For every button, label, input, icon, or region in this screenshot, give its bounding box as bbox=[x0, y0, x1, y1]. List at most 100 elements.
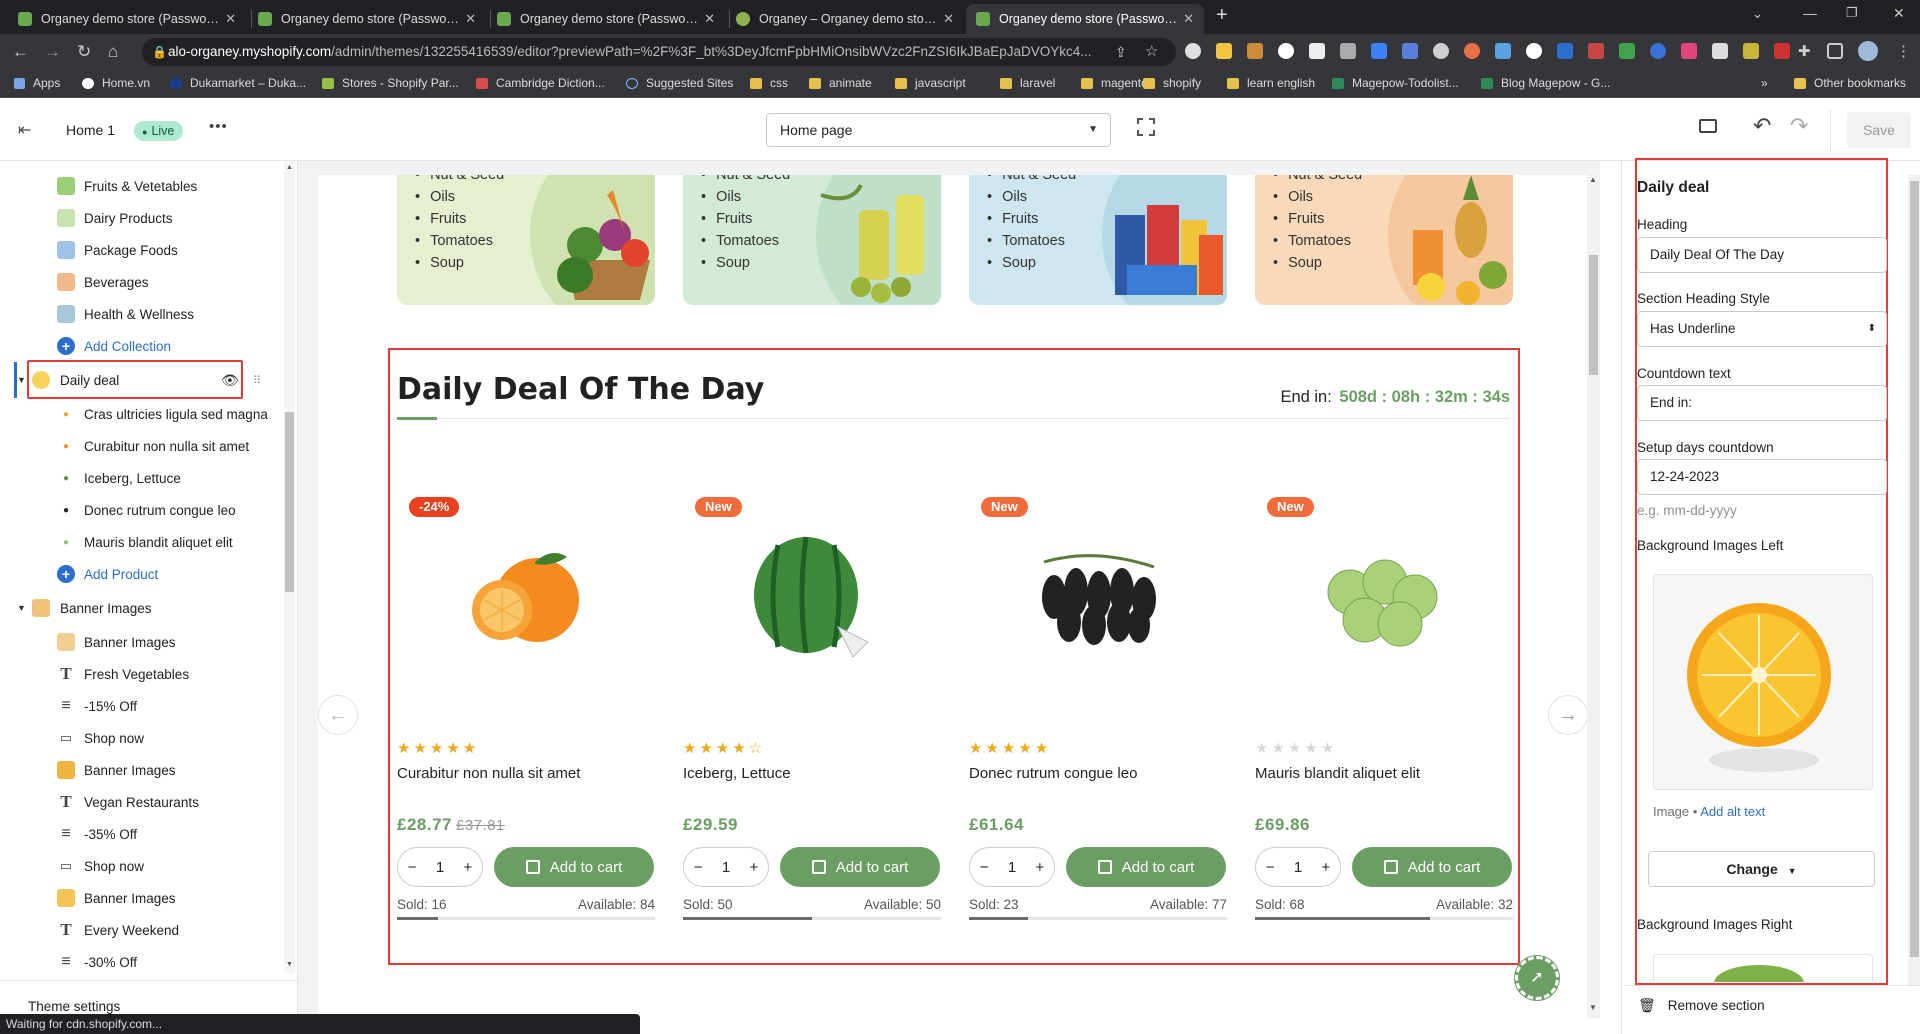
carousel-prev-button[interactable]: ← bbox=[318, 695, 358, 735]
forward-icon[interactable]: → bbox=[44, 41, 61, 63]
sidebar-item-banner-images[interactable]: ▼ Banner Images bbox=[0, 595, 280, 621]
extension-icon[interactable] bbox=[1340, 43, 1356, 59]
bookmark-folder[interactable]: animate bbox=[809, 76, 872, 90]
home-icon[interactable]: ⌂ bbox=[108, 41, 118, 63]
sidebar-item-daily-deal[interactable]: ▼ Daily deal 👁 ⠿ bbox=[0, 367, 280, 393]
close-tab-icon[interactable]: ✕ bbox=[943, 11, 954, 27]
redo-icon[interactable]: ↷ bbox=[1790, 113, 1808, 139]
browser-tab[interactable]: Organey demo store (Password: ... ✕ bbox=[248, 4, 486, 34]
change-image-button[interactable]: Change ▼ bbox=[1648, 851, 1875, 887]
bookmark-apps[interactable]: Apps bbox=[14, 76, 60, 90]
browser-tab-active[interactable]: Organey demo store (Password: ... ✕ bbox=[966, 4, 1204, 34]
close-tab-icon[interactable]: ✕ bbox=[465, 11, 476, 27]
grapes-product-image[interactable] bbox=[1014, 537, 1184, 657]
extension-icon[interactable] bbox=[1557, 43, 1573, 59]
bookmark-folder[interactable]: learn english bbox=[1227, 76, 1315, 90]
bookmark[interactable]: Cambridge Diction... bbox=[476, 76, 605, 90]
extension-icon[interactable] bbox=[1681, 43, 1697, 59]
extension-icon[interactable] bbox=[1650, 43, 1666, 59]
quantity-stepper[interactable]: − 1 + bbox=[969, 847, 1055, 887]
orange-product-image[interactable] bbox=[457, 542, 597, 652]
close-tab-icon[interactable]: ✕ bbox=[225, 11, 236, 27]
bookmark-folder[interactable]: magento bbox=[1081, 76, 1148, 90]
countdown-text-input[interactable]: End in: bbox=[1637, 385, 1887, 421]
sidebar-item-block[interactable]: ≡ -30% Off bbox=[0, 949, 280, 975]
sidebar-scrollbar[interactable]: ▲ ▼ bbox=[284, 161, 295, 973]
extension-icon[interactable] bbox=[1185, 43, 1201, 59]
image-preview[interactable] bbox=[1653, 954, 1873, 982]
quantity-value[interactable]: 1 bbox=[1008, 859, 1016, 876]
bookmarks-overflow-icon[interactable]: » bbox=[1761, 76, 1768, 90]
adblock-icon[interactable] bbox=[1588, 43, 1604, 59]
sidebar-item-block[interactable]: ▭ Shop now bbox=[0, 725, 280, 751]
bookmark-folder[interactable]: css bbox=[750, 76, 788, 90]
extension-icon[interactable] bbox=[1216, 43, 1232, 59]
close-window-icon[interactable]: ✕ bbox=[1893, 5, 1905, 22]
plus-icon[interactable]: + bbox=[1036, 859, 1045, 876]
close-tab-icon[interactable]: ✕ bbox=[1183, 11, 1194, 27]
bookmark[interactable]: Magepow-Todolist... bbox=[1332, 76, 1459, 90]
watermelon-product-image[interactable] bbox=[738, 527, 878, 667]
product-name[interactable]: Donec rutrum congue leo bbox=[969, 765, 1137, 782]
save-button[interactable]: Save bbox=[1847, 112, 1911, 148]
page-select[interactable]: Home page ▼ bbox=[766, 113, 1111, 147]
category-card[interactable]: Nut & SeedOilsFruitsTomatoesSoup bbox=[397, 175, 655, 305]
minus-icon[interactable]: − bbox=[408, 859, 417, 876]
sidebar-item-block[interactable]: T Every Weekend bbox=[0, 917, 280, 943]
inspector-icon[interactable] bbox=[1137, 118, 1155, 136]
sidebar-item-block[interactable]: Banner Images bbox=[0, 629, 280, 655]
product-card[interactable]: New ★★★★★ Donec rutrum congue leo £61.64… bbox=[969, 497, 1227, 952]
restore-icon[interactable]: ❐ bbox=[1846, 5, 1858, 21]
product-name[interactable]: Iceberg, Lettuce bbox=[683, 765, 791, 782]
sidebar-item-product[interactable]: ● Mauris blandit aliquet elit bbox=[0, 529, 280, 555]
extension-icon[interactable] bbox=[1743, 43, 1759, 59]
product-card[interactable]: New ★★★★☆ Iceberg, Lettuce £29.59 − 1 + Ad… bbox=[683, 497, 941, 952]
product-name[interactable]: Mauris blandit aliquet elit bbox=[1255, 765, 1420, 782]
sidebar-item-collection[interactable]: Health & Wellness bbox=[0, 301, 280, 327]
extension-icon[interactable] bbox=[1247, 43, 1263, 59]
sidebar-item-block[interactable]: ≡ -15% Off bbox=[0, 693, 280, 719]
quantity-value[interactable]: 1 bbox=[1294, 859, 1302, 876]
browser-tab[interactable]: Organey – Organey demo store ... ✕ bbox=[726, 4, 964, 34]
add-product-button[interactable]: + Add Product bbox=[0, 561, 280, 587]
extension-icon[interactable] bbox=[1371, 43, 1387, 59]
share-icon[interactable]: ⇪ bbox=[1115, 41, 1127, 63]
extension-icon[interactable] bbox=[1464, 43, 1480, 59]
drag-handle-icon[interactable]: ⠿ bbox=[253, 374, 261, 387]
theme-settings-link[interactable]: Theme settings bbox=[28, 999, 120, 1014]
image-preview[interactable] bbox=[1653, 574, 1873, 790]
extension-icon[interactable] bbox=[1278, 43, 1294, 59]
bookmark-folder[interactable]: javascript bbox=[895, 76, 966, 90]
back-icon[interactable]: ← bbox=[12, 41, 29, 63]
other-bookmarks[interactable]: Other bookmarks bbox=[1794, 76, 1906, 90]
sidebar-item-product[interactable]: ● Cras ultricies ligula sed magna bbox=[0, 401, 280, 427]
minimize-icon[interactable]: — bbox=[1803, 5, 1817, 21]
sidebar-item-collection[interactable]: Package Foods bbox=[0, 237, 280, 263]
new-tab-icon[interactable]: + bbox=[1216, 4, 1228, 27]
profile-avatar[interactable] bbox=[1858, 41, 1878, 61]
bookmark-folder[interactable]: laravel bbox=[1000, 76, 1055, 90]
rocket-icon[interactable]: ➚ bbox=[1515, 956, 1559, 1000]
add-to-cart-button[interactable]: Add to cart bbox=[494, 847, 654, 887]
sidebar-item-block[interactable]: ≡ -35% Off bbox=[0, 821, 280, 847]
quantity-value[interactable]: 1 bbox=[436, 859, 444, 876]
sidebar-item-product[interactable]: ● Iceberg, Lettuce bbox=[0, 465, 280, 491]
remove-section-button[interactable]: 🗑 Remove section bbox=[1638, 997, 1765, 1014]
minus-icon[interactable]: − bbox=[694, 859, 703, 876]
eye-icon[interactable]: 👁 bbox=[221, 372, 239, 389]
exit-editor-icon[interactable]: ⇤ bbox=[18, 120, 31, 140]
extension-icon[interactable] bbox=[1526, 43, 1542, 59]
sidebar-item-block[interactable]: Banner Images bbox=[0, 885, 280, 911]
sidebar-item-product[interactable]: ● Curabitur non nulla sit amet bbox=[0, 433, 280, 459]
bookmark[interactable]: Blog Magepow - G... bbox=[1481, 76, 1610, 90]
reload-icon[interactable]: ↻ bbox=[77, 41, 91, 63]
bookmark[interactable]: Suggested Sites bbox=[626, 76, 733, 90]
extension-icon[interactable] bbox=[1309, 43, 1325, 59]
quantity-stepper[interactable]: − 1 + bbox=[1255, 847, 1341, 887]
quantity-value[interactable]: 1 bbox=[722, 859, 730, 876]
sidebar-item-collection[interactable]: Dairy Products bbox=[0, 205, 280, 231]
extension-icon[interactable] bbox=[1712, 43, 1728, 59]
add-to-cart-button[interactable]: Add to cart bbox=[780, 847, 940, 887]
extension-icon[interactable] bbox=[1495, 43, 1511, 59]
bookmark[interactable]: Stores - Shopify Par... bbox=[322, 76, 459, 90]
